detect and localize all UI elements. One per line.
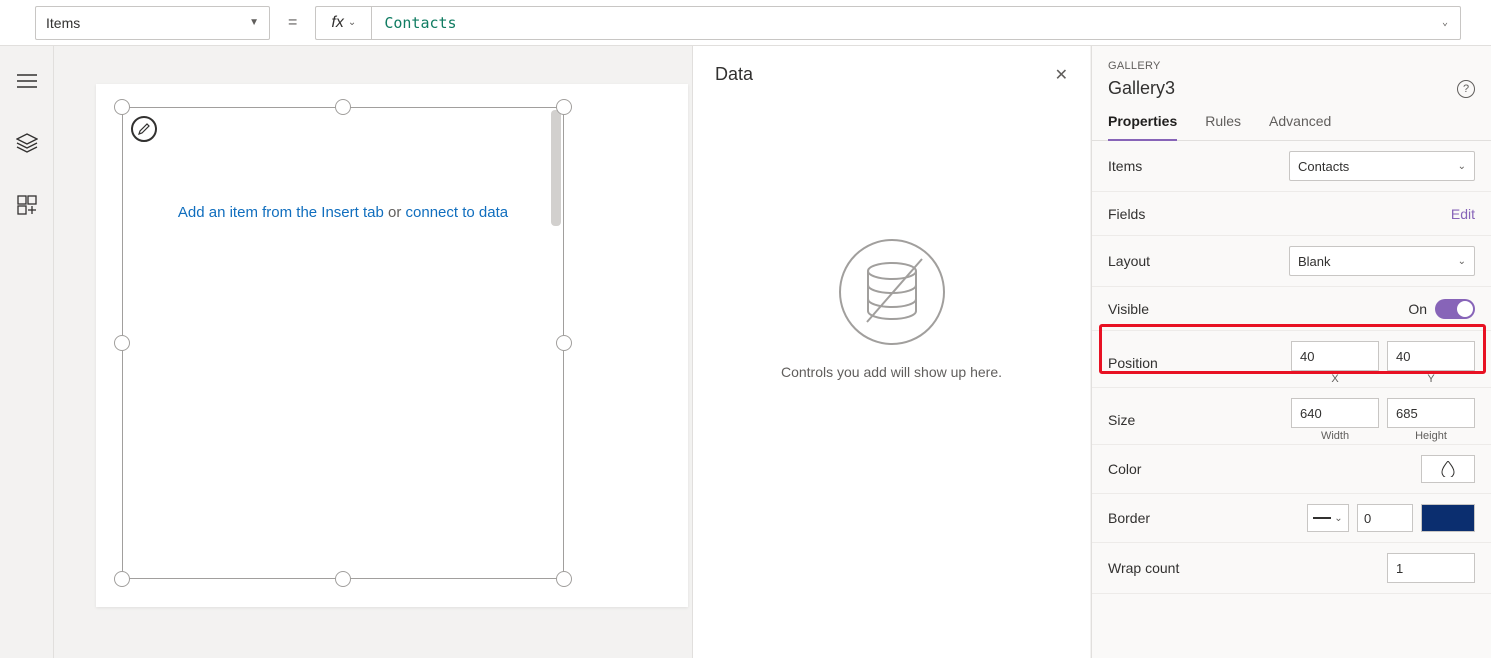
prop-label-position: Position [1108,355,1158,371]
fx-button[interactable]: fx ⌄ [315,6,371,40]
border-color-picker[interactable] [1421,504,1475,532]
control-type-label: GALLERY [1108,60,1475,72]
visible-toggle[interactable] [1435,299,1475,319]
edit-pencil-icon[interactable] [131,116,157,142]
resize-handle[interactable] [556,99,572,115]
data-panel-message: Controls you add will show up here. [693,364,1090,380]
prop-label-wrap: Wrap count [1108,560,1179,576]
chevron-down-icon: ⌄ [348,17,356,28]
properties-panel: GALLERY Gallery3 ? Properties Rules Adva… [1091,46,1491,658]
height-input[interactable]: 685 [1387,398,1475,428]
border-width-input[interactable]: 0 [1357,504,1413,532]
insert-icon[interactable] [16,194,38,216]
chevron-down-icon: ⌄ [1458,256,1466,267]
resize-handle[interactable] [556,571,572,587]
prop-label-items: Items [1108,158,1142,174]
resize-handle[interactable] [335,99,351,115]
app-preview: Add an item from the Insert tab or conne… [96,84,688,607]
pos-y-input[interactable]: 40 [1387,341,1475,371]
prop-label-size: Size [1108,412,1135,428]
tree-view-icon[interactable] [16,132,38,154]
x-label: X [1331,373,1338,385]
gallery-hint: Add an item from the Insert tab or conne… [123,204,563,221]
insert-link[interactable]: Add an item from the Insert tab [178,204,384,221]
tab-properties[interactable]: Properties [1108,113,1177,141]
tab-rules[interactable]: Rules [1205,113,1241,140]
tab-advanced[interactable]: Advanced [1269,113,1331,140]
color-picker[interactable] [1421,455,1475,483]
gallery-selection[interactable]: Add an item from the Insert tab or conne… [122,107,564,579]
close-icon[interactable]: ✕ [1055,65,1068,85]
prop-label-visible: Visible [1108,301,1149,317]
items-select[interactable]: Contacts ⌄ [1289,151,1475,181]
property-dropdown[interactable]: Items ▼ [35,6,270,40]
layout-value: Blank [1298,254,1331,269]
resize-handle[interactable] [335,571,351,587]
chevron-down-icon: ⌄ [1458,161,1466,172]
equals-label: = [270,14,315,32]
fx-label: fx [331,14,343,32]
pos-x-input[interactable]: 40 [1291,341,1379,371]
chevron-down-icon: ⌄ [1334,513,1342,524]
width-label: Width [1321,430,1349,442]
hint-or: or [384,204,406,221]
fields-edit-link[interactable]: Edit [1451,206,1475,222]
hamburger-icon[interactable] [16,70,38,92]
prop-label-color: Color [1108,461,1141,477]
chevron-down-icon: ⌄ [1442,17,1448,28]
formula-input[interactable]: Contacts ⌄ [371,6,1461,40]
data-panel: Data ✕ Controls you add will show up her… [692,46,1090,658]
chevron-down-icon: ▼ [249,17,259,28]
wrap-count-input[interactable]: 1 [1387,553,1475,583]
width-input[interactable]: 640 [1291,398,1379,428]
resize-handle[interactable] [556,335,572,351]
visible-value: On [1408,301,1427,317]
prop-label-fields: Fields [1108,206,1145,222]
control-name: Gallery3 [1108,78,1175,99]
resize-handle[interactable] [114,335,130,351]
data-panel-title: Data [715,64,753,85]
connect-link[interactable]: connect to data [406,204,509,221]
border-style-select[interactable]: ⌄ [1307,504,1349,532]
resize-handle[interactable] [114,99,130,115]
items-value: Contacts [1298,159,1349,174]
layout-select[interactable]: Blank ⌄ [1289,246,1475,276]
resize-handle[interactable] [114,571,130,587]
left-rail [0,46,54,658]
prop-label-layout: Layout [1108,253,1150,269]
database-icon [837,237,947,350]
help-icon[interactable]: ? [1457,80,1475,98]
y-label: Y [1427,373,1434,385]
property-dropdown-label: Items [46,15,80,31]
formula-value: Contacts [384,14,456,32]
prop-label-border: Border [1108,510,1150,526]
height-label: Height [1415,430,1447,442]
